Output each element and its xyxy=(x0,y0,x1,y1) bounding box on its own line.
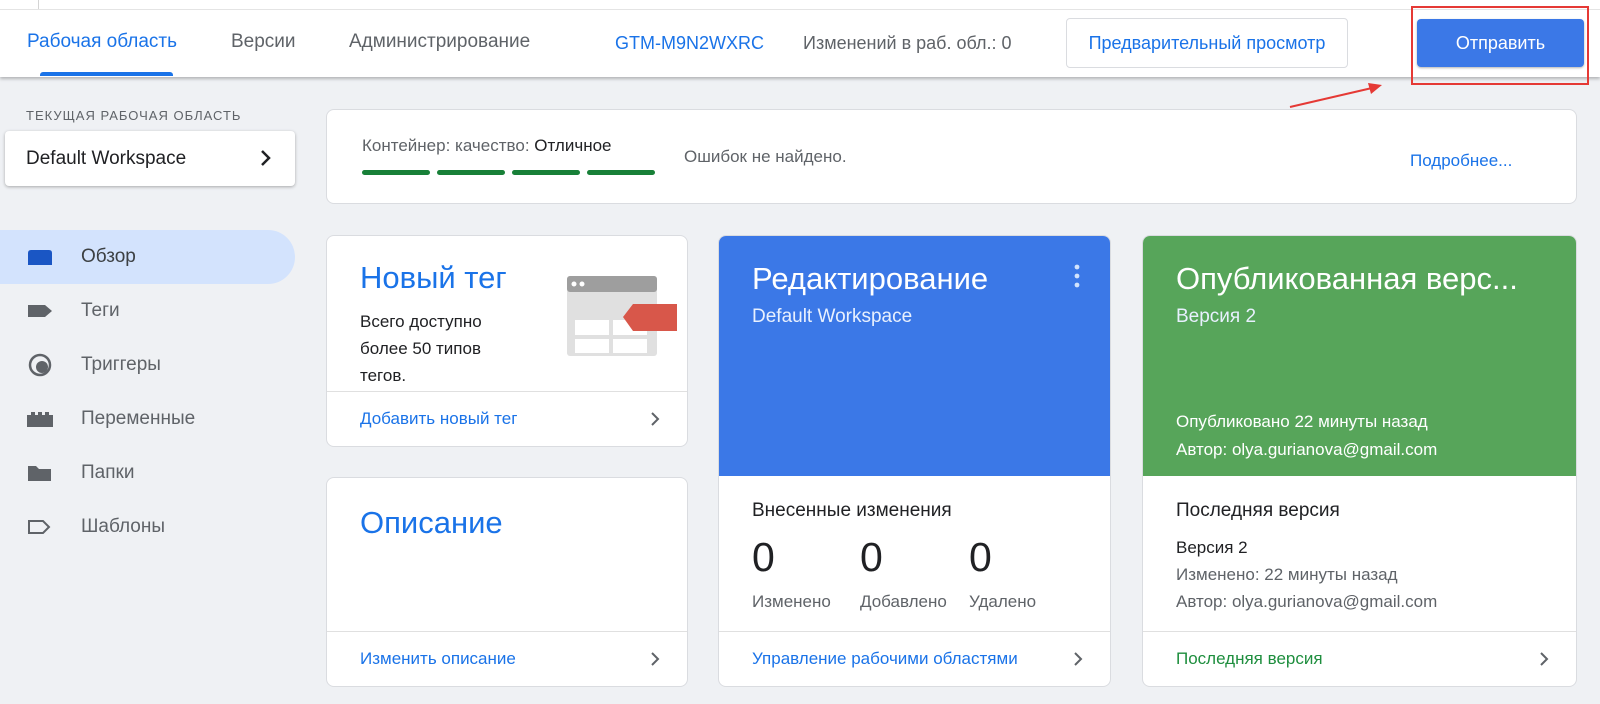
quality-bar xyxy=(587,170,655,175)
new-tag-card: Новый тег Всего доступно более 50 типов … xyxy=(326,235,688,447)
sidebar-item-label: Переменные xyxy=(81,408,196,429)
add-new-tag-link[interactable]: Добавить новый тег xyxy=(327,391,687,446)
annotation-highlight-box xyxy=(1411,6,1589,85)
sidebar-item-tags[interactable]: Теги xyxy=(0,284,295,338)
quality-label: Контейнер: качество: Отличное xyxy=(362,136,612,156)
latest-version-link[interactable]: Последняя версия xyxy=(1143,631,1576,686)
sidebar-item-label: Шаблоны xyxy=(81,516,166,537)
published-version-name: Версия 2 xyxy=(1176,306,1257,327)
manage-workspaces-label: Управление рабочими областями xyxy=(752,649,1018,668)
variables-icon xyxy=(27,412,53,427)
template-icon xyxy=(28,520,51,534)
divider xyxy=(38,0,39,9)
quality-bar xyxy=(512,170,580,175)
tag-icon xyxy=(28,305,52,317)
description-card: Описание Изменить описание xyxy=(326,477,688,687)
workspace-selector[interactable]: Default Workspace xyxy=(5,131,295,186)
more-vert-icon[interactable] xyxy=(1074,264,1080,288)
published-version-card: Опубликованная верс... Версия 2 Опублико… xyxy=(1142,235,1577,687)
workspace-name: Default Workspace xyxy=(26,147,187,169)
sidebar-item-label: Обзор xyxy=(81,246,136,267)
sidebar-item-folders[interactable]: Папки xyxy=(0,446,295,500)
quality-errors-text: Ошибок не найдено. xyxy=(684,147,847,166)
stat-deleted-value: 0 xyxy=(969,534,992,580)
description-title: Описание xyxy=(360,505,503,540)
add-new-tag-label: Добавить новый тег xyxy=(360,409,518,428)
editing-title: Редактирование xyxy=(752,261,989,296)
sidebar-item-templates[interactable]: Шаблоны xyxy=(0,500,295,554)
preview-button[interactable]: Предварительный просмотр xyxy=(1066,18,1348,68)
latest-version-title: Последняя версия xyxy=(1176,500,1340,521)
chevron-right-icon xyxy=(261,150,271,166)
sidebar-item-label: Папки xyxy=(81,462,135,483)
latest-version-modified: Изменено: 22 минуты назад xyxy=(1176,565,1398,584)
sidebar-item-overview[interactable]: Обзор xyxy=(0,230,295,284)
changes-section-title: Внесенные изменения xyxy=(752,500,952,521)
sidebar-item-triggers[interactable]: Триггеры xyxy=(0,338,295,392)
editing-card: Редактирование Default Workspace Внесенн… xyxy=(718,235,1111,687)
quality-bars xyxy=(362,170,655,175)
chevron-right-icon xyxy=(651,412,660,426)
edit-description-link[interactable]: Изменить описание xyxy=(327,631,687,686)
workspace-heading: ТЕКУЩАЯ РАБОЧАЯ ОБЛАСТЬ xyxy=(26,108,242,123)
manage-workspaces-link[interactable]: Управление рабочими областями xyxy=(719,631,1110,686)
new-tag-description: Всего доступно более 50 типов тегов. xyxy=(360,312,482,385)
stat-added-value: 0 xyxy=(860,534,883,580)
active-tab-indicator xyxy=(40,72,173,76)
trigger-icon xyxy=(28,353,52,377)
tab-admin[interactable]: Администрирование xyxy=(349,31,530,53)
tab-versions[interactable]: Версии xyxy=(231,31,296,53)
divider xyxy=(0,9,1600,10)
overview-icon xyxy=(28,250,52,265)
latest-version-author: Автор: olya.gurianova@gmail.com xyxy=(1176,592,1438,611)
workspace-changes-count: Изменений в раб. обл.: 0 xyxy=(803,33,1012,53)
quality-value: Отличное xyxy=(534,136,612,155)
sidebar-item-label: Теги xyxy=(81,300,120,321)
quality-bar xyxy=(362,170,430,175)
stat-modified-value: 0 xyxy=(752,534,775,580)
edit-description-label: Изменить описание xyxy=(360,649,516,668)
annotation-arrow-icon xyxy=(1289,83,1382,108)
folder-icon xyxy=(28,466,51,481)
quality-details-link[interactable]: Подробнее... xyxy=(1410,151,1512,171)
editing-workspace-name: Default Workspace xyxy=(752,306,913,327)
quality-label-text: Контейнер: качество: xyxy=(362,136,530,155)
published-title: Опубликованная верс... xyxy=(1176,261,1518,296)
stat-modified-label: Изменено xyxy=(752,592,831,611)
latest-version-name: Версия 2 xyxy=(1176,538,1248,557)
latest-version-link-label: Последняя версия xyxy=(1176,649,1323,668)
sidebar-item-variables[interactable]: Переменные xyxy=(0,392,295,446)
stat-deleted-label: Удалено xyxy=(969,592,1037,611)
tab-workspace[interactable]: Рабочая область xyxy=(27,31,177,53)
published-time: Опубликовано 22 минуты назад xyxy=(1176,412,1428,431)
new-tag-title[interactable]: Новый тег xyxy=(360,260,507,296)
top-bar: Рабочая область Версии Администрирование… xyxy=(0,0,1600,77)
chevron-right-icon xyxy=(651,652,660,666)
chevron-right-icon xyxy=(1074,652,1083,666)
tag-illustration-icon xyxy=(567,276,677,356)
quality-bar xyxy=(437,170,505,175)
chevron-right-icon xyxy=(1540,652,1549,666)
container-id[interactable]: GTM-M9N2WXRC xyxy=(615,33,764,54)
stat-added-label: Добавлено xyxy=(860,592,947,611)
sidebar-item-label: Триггеры xyxy=(81,354,161,375)
published-author: Автор: olya.gurianova@gmail.com xyxy=(1176,440,1438,459)
container-quality-panel: Контейнер: качество: Отличное Ошибок не … xyxy=(326,109,1577,204)
